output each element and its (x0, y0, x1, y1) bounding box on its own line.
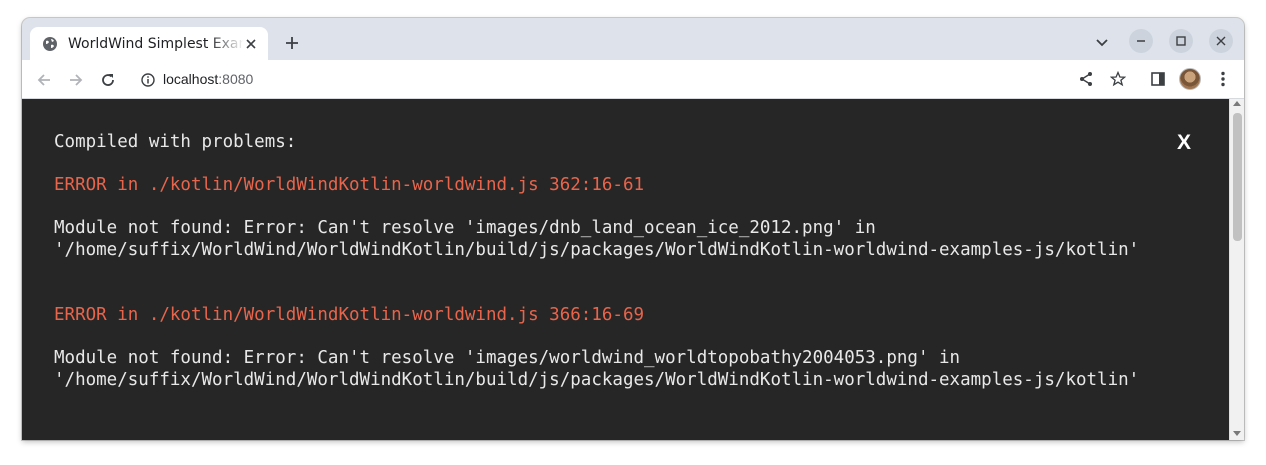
overlay-heading: Compiled with problems: (54, 132, 297, 152)
more-menu-icon[interactable] (1213, 69, 1233, 89)
error-message-line: Module not found: Error: Can't resolve '… (54, 218, 876, 238)
scroll-up-arrow-icon[interactable] (1233, 101, 1241, 106)
error-message-path: '/home/suffix/WorldWind/WorldWindKotlin/… (54, 240, 1140, 260)
forward-arrow-icon[interactable] (65, 69, 87, 91)
url-text: localhost:8080 (163, 71, 253, 87)
share-icon[interactable] (1076, 69, 1096, 89)
tab-strip: WorldWind Simplest Example (22, 18, 1244, 60)
error-message-line: Module not found: Error: Can't resolve '… (54, 348, 961, 368)
error-title: ERROR in ./kotlin/WorldWindKotlin-worldw… (54, 175, 645, 195)
url-host: localhost (163, 71, 219, 87)
bookmark-star-icon[interactable] (1108, 69, 1128, 89)
back-arrow-icon[interactable] (33, 69, 55, 91)
vertical-scrollbar[interactable] (1229, 99, 1244, 440)
close-window-button[interactable] (1209, 29, 1233, 53)
side-panel-icon[interactable] (1148, 69, 1168, 89)
error-message-path: '/home/suffix/WorldWind/WorldWindKotlin/… (54, 370, 1140, 390)
reload-icon[interactable] (97, 69, 119, 91)
close-tab-icon[interactable] (242, 35, 260, 53)
info-icon[interactable] (140, 72, 156, 88)
new-tab-plus-icon[interactable] (281, 32, 303, 54)
url-port: :8080 (218, 71, 254, 87)
error-title: ERROR in ./kotlin/WorldWindKotlin-worldw… (54, 305, 645, 325)
scroll-down-arrow-icon[interactable] (1233, 431, 1241, 436)
minimize-button[interactable] (1129, 29, 1153, 53)
browser-window: WorldWind Simplest Example (22, 18, 1244, 440)
tab-title: WorldWind Simplest Example (68, 35, 244, 52)
chevron-down-icon[interactable] (1092, 33, 1112, 53)
address-bar[interactable]: localhost:8080 (130, 65, 1137, 94)
overlay-close-button[interactable]: X (1177, 131, 1191, 155)
tab-worldwind[interactable]: WorldWind Simplest Example (30, 27, 268, 60)
browser-toolbar: localhost:8080 (22, 60, 1244, 99)
page-content: Compiled with problems: X ERROR in ./kot… (22, 99, 1244, 440)
profile-avatar[interactable] (1179, 68, 1201, 90)
globe-icon (42, 36, 58, 52)
error-overlay: Compiled with problems: X ERROR in ./kot… (22, 99, 1229, 440)
scrollbar-thumb[interactable] (1233, 113, 1242, 241)
maximize-button[interactable] (1169, 29, 1193, 53)
